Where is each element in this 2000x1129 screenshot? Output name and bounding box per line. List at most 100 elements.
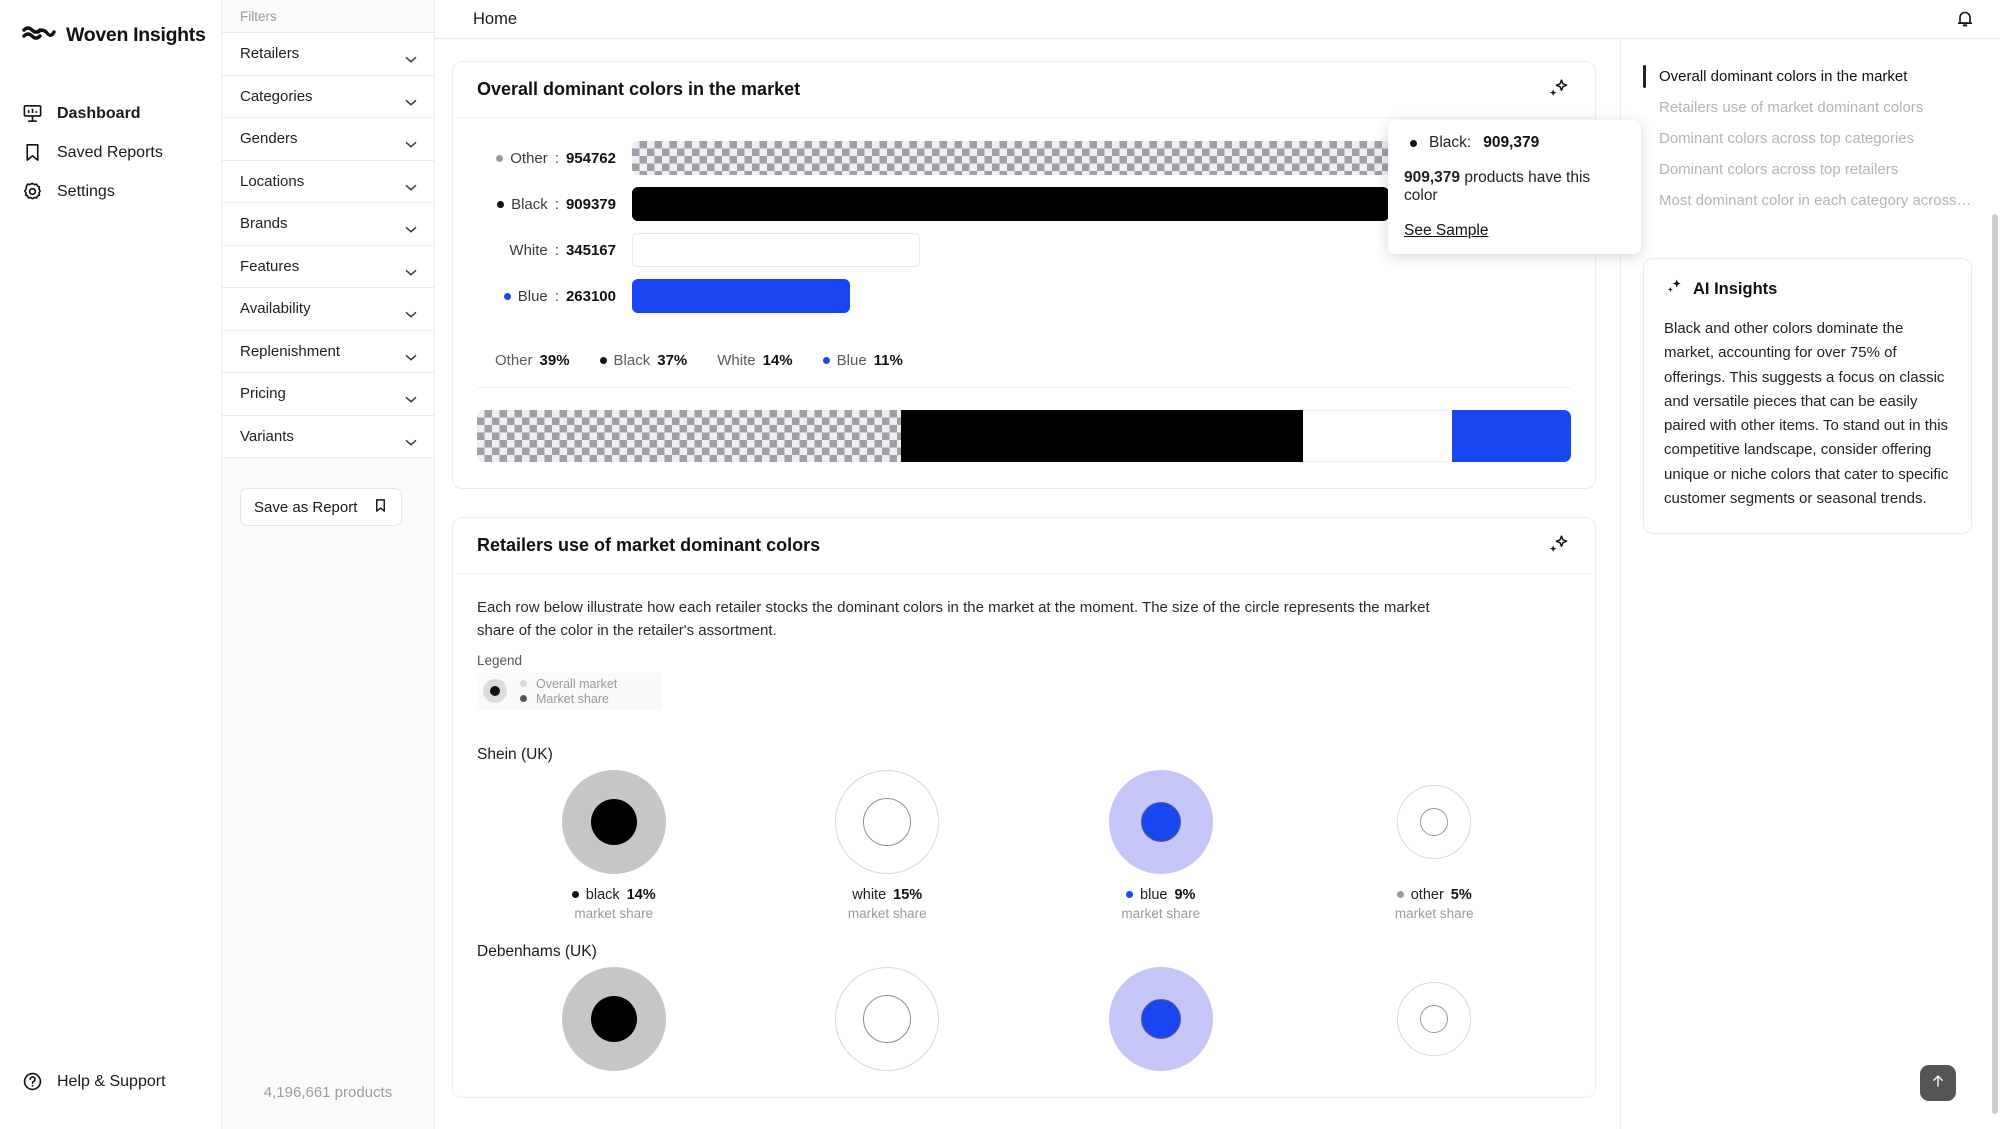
- sidebar-item-help-support[interactable]: Help & Support: [22, 1062, 221, 1101]
- filter-brands[interactable]: Brands: [222, 203, 434, 246]
- page-scrollbar[interactable]: [1992, 214, 1998, 1114]
- ai-sparkle-icon[interactable]: [1545, 533, 1571, 559]
- card-title: Overall dominant colors in the market: [477, 79, 801, 99]
- chevron-down-icon: [405, 263, 417, 276]
- color-pct: 5%: [1450, 886, 1472, 903]
- chevron-down-icon: [405, 50, 417, 63]
- bubble-inner: [1420, 807, 1449, 836]
- retailer-row-debenhams: Debenhams (UK): [477, 943, 1571, 1071]
- filter-genders[interactable]: Genders: [222, 118, 434, 161]
- card-retailers-use-colors: Retailers use of market dominant colors …: [452, 517, 1596, 1098]
- card-title: Retailers use of market dominant colors: [477, 535, 821, 555]
- toc-item-overall-dominant-colors[interactable]: Overall dominant colors in the market: [1643, 61, 1972, 92]
- legend-swatch-outer: [520, 680, 527, 687]
- toc-item-retailers-use[interactable]: Retailers use of market dominant colors: [1643, 92, 1972, 123]
- bubble-cell-white[interactable]: [751, 966, 1025, 1071]
- bookmark-icon: [373, 498, 388, 517]
- bar-black[interactable]: [632, 187, 1389, 221]
- filter-categories[interactable]: Categories: [222, 75, 434, 118]
- bubble-inner: [1420, 1004, 1449, 1033]
- stack-segment-blue[interactable]: [1451, 410, 1571, 462]
- bar-row-blue[interactable]: Blue: 263100: [477, 278, 1571, 314]
- bar-other[interactable]: [632, 141, 1427, 175]
- card-body: Each row below illustrate how each retai…: [453, 574, 1595, 1097]
- toc-item-top-categories[interactable]: Dominant colors across top categories: [1643, 123, 1972, 154]
- bubble-label: white 15%: [852, 887, 922, 903]
- filter-label: Features: [240, 257, 300, 275]
- bar-blue[interactable]: [632, 279, 850, 313]
- filter-availability[interactable]: Availability: [222, 288, 434, 331]
- color-name: other: [1410, 886, 1444, 903]
- legend-item-other[interactable]: Other 39%: [495, 352, 570, 369]
- bubble-row: black 14% market share white 15% market …: [477, 769, 1572, 921]
- bar-value: 909379: [565, 195, 616, 213]
- bubble-chart-black: [561, 966, 666, 1071]
- bubble-cell-other[interactable]: [1298, 967, 1572, 1071]
- card-overall-dominant-colors: Overall dominant colors in the market Ot…: [452, 61, 1641, 489]
- color-pct: 15%: [893, 886, 923, 903]
- filter-label: Retailers: [240, 45, 300, 63]
- legend-pct: 11%: [873, 352, 903, 369]
- bubble-chart-black: [561, 769, 666, 874]
- legend-item-black[interactable]: Black 37%: [599, 352, 687, 369]
- bubble-sublabel: market share: [847, 905, 927, 921]
- toc-item-top-retailers[interactable]: Dominant colors across top retailers: [1643, 154, 1972, 185]
- bubble-cell-black[interactable]: [477, 966, 751, 1071]
- legend-item-white[interactable]: White 14%: [717, 352, 792, 369]
- scroll-to-top-button[interactable]: [1920, 1065, 1956, 1101]
- filter-retailers[interactable]: Retailers: [222, 33, 434, 76]
- sidebar-item-label: Help & Support: [57, 1072, 166, 1090]
- filter-label: Locations: [240, 172, 305, 190]
- bubble-cell-blue[interactable]: blue 9% market share: [1024, 769, 1298, 921]
- bubble-label: blue 9%: [1126, 887, 1195, 903]
- legend-swatch-inner: [520, 695, 527, 702]
- see-sample-link[interactable]: See Sample: [1404, 222, 1488, 240]
- right-rail: Overall dominant colors in the market Re…: [1620, 39, 2000, 1129]
- legend-label: Overall market: [536, 676, 618, 691]
- filter-label: Availability: [240, 300, 311, 318]
- legend-item-blue[interactable]: Blue 11%: [822, 352, 903, 369]
- chevron-down-icon: [405, 390, 417, 403]
- save-report-container: Save as Report: [222, 458, 434, 526]
- sidebar-item-saved-reports[interactable]: Saved Reports: [0, 133, 221, 172]
- filter-replenishment[interactable]: Replenishment: [222, 330, 434, 373]
- toc-item-most-dominant-per-category[interactable]: Most dominant color in each category acr…: [1643, 185, 1972, 216]
- bar-white[interactable]: [632, 233, 920, 267]
- bubble-cell-other[interactable]: other 5% market share: [1298, 770, 1572, 921]
- bubble-chart-other: [1382, 967, 1486, 1071]
- bubble-cell-black[interactable]: black 14% market share: [477, 769, 751, 921]
- primary-nav: Dashboard Saved Reports Settings: [0, 94, 221, 211]
- legend-label: White: [717, 352, 756, 369]
- save-as-report-button[interactable]: Save as Report: [240, 488, 402, 526]
- content-area: Overall dominant colors in the market Ot…: [435, 39, 2000, 1129]
- stack-segment-black[interactable]: [901, 410, 1303, 462]
- sidebar-item-settings[interactable]: Settings: [0, 172, 221, 211]
- product-count: 4,196,661 products: [263, 1084, 393, 1101]
- bubble-cell-blue[interactable]: [1024, 966, 1298, 1071]
- bubble-sublabel: market share: [1121, 905, 1201, 921]
- filter-locations[interactable]: Locations: [222, 160, 434, 203]
- woven-insights-logo-icon: [22, 26, 56, 44]
- app-root: Woven Insights Dashboard Saved Reports S…: [0, 0, 2000, 1129]
- chart-legend: Other 39% Black 37% White 14% Blue 11%: [477, 314, 1571, 388]
- bubble-cell-white[interactable]: white 15% market share: [751, 769, 1025, 921]
- color-dot-other: [1396, 891, 1404, 898]
- stack-segment-other[interactable]: [477, 410, 902, 462]
- ai-sparkle-icon[interactable]: [1545, 77, 1571, 103]
- legend-label: Black: [613, 352, 651, 369]
- arrow-up-icon: [1929, 1072, 1947, 1095]
- stack-segment-white[interactable]: [1302, 410, 1452, 462]
- filter-pricing[interactable]: Pricing: [222, 373, 434, 416]
- bubble-inner: [1140, 998, 1181, 1039]
- bubble-row: [477, 966, 1572, 1071]
- gear-icon: [22, 181, 43, 202]
- color-name: black: [585, 886, 620, 903]
- filter-variants[interactable]: Variants: [222, 415, 434, 458]
- brand-logo[interactable]: Woven Insights: [0, 0, 221, 56]
- sidebar-item-dashboard[interactable]: Dashboard: [0, 94, 221, 133]
- filter-features[interactable]: Features: [222, 245, 434, 288]
- tooltip-detail: 909,379 products have this color: [1404, 169, 1625, 205]
- notification-bell-icon[interactable]: [1954, 8, 1976, 30]
- legend-label: Blue: [836, 352, 867, 369]
- filter-panel: Filters Retailers Categories Genders Loc…: [222, 0, 435, 1129]
